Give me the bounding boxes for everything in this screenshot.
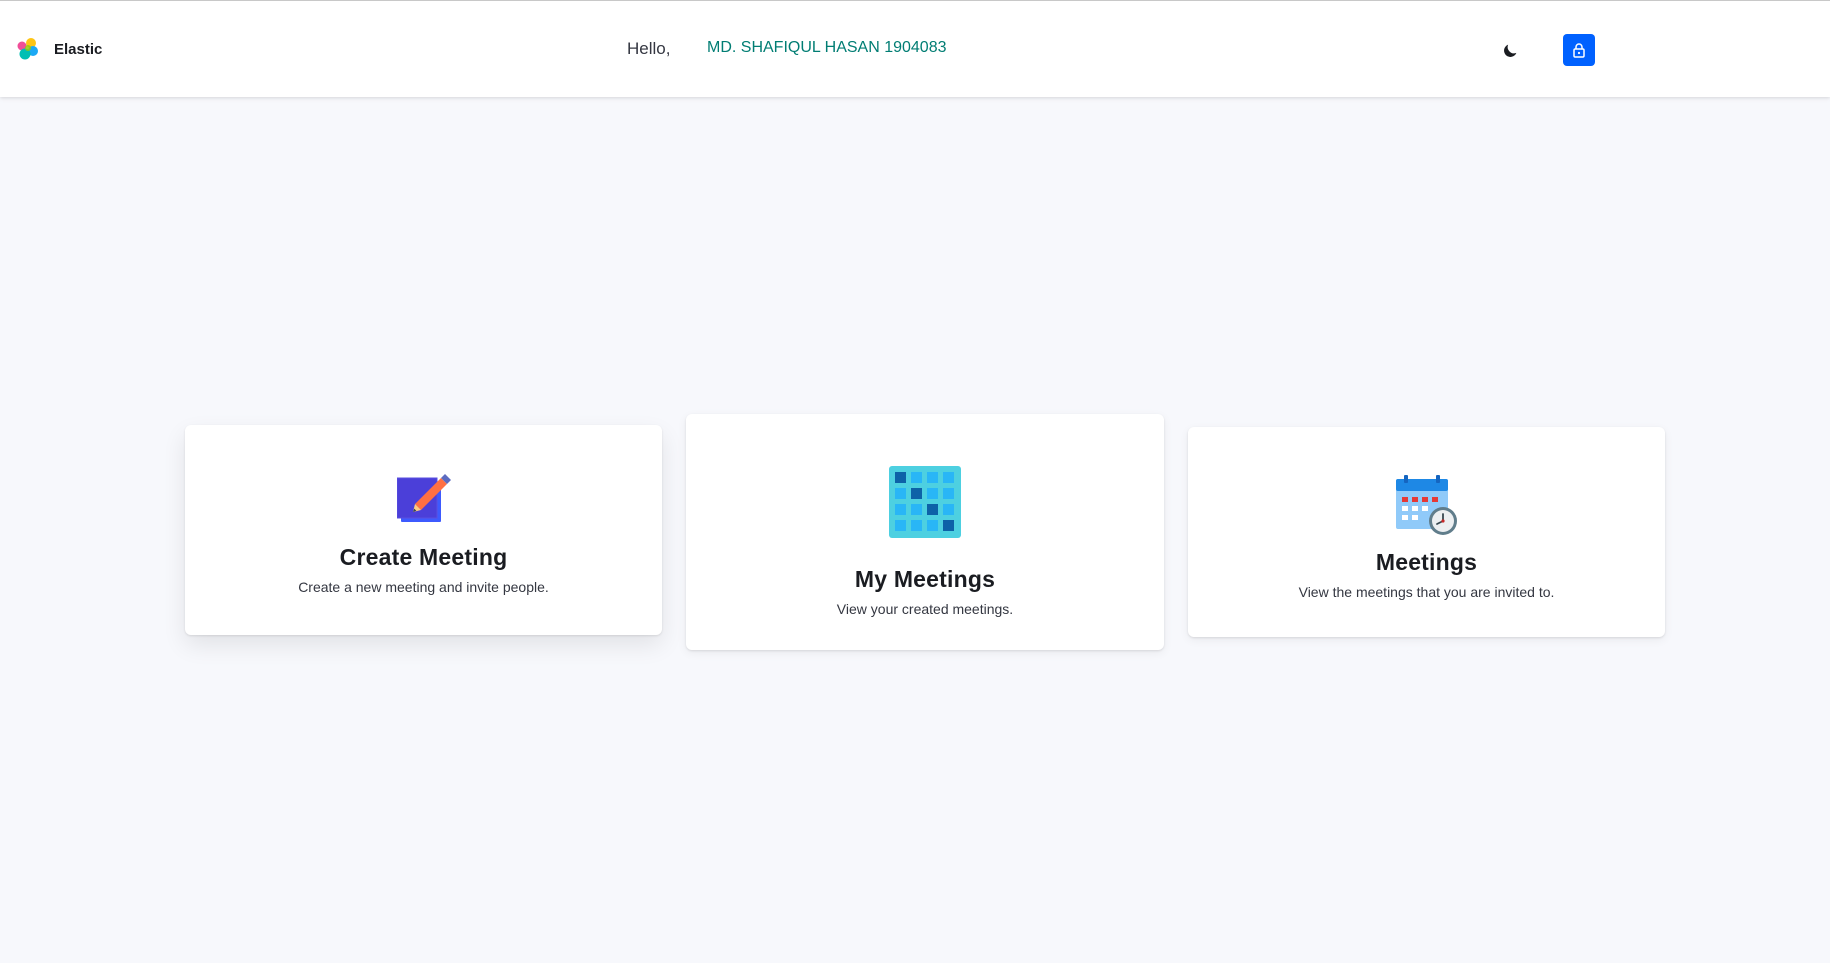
calendar-grid-icon <box>889 466 961 538</box>
elastic-logo-icon <box>17 38 38 60</box>
card-description: View your created meetings. <box>836 601 1014 617</box>
theme-toggle-button[interactable] <box>1496 37 1524 65</box>
card-description: View the meetings that you are invited t… <box>1298 584 1555 600</box>
my-meetings-card[interactable]: My Meetings View your created meetings. <box>686 414 1164 650</box>
card-title: Meetings <box>1375 549 1478 575</box>
create-meeting-card[interactable]: Create Meeting Create a new meeting and … <box>185 425 662 635</box>
card-title: My Meetings <box>854 566 996 592</box>
meetings-card[interactable]: Meetings View the meetings that you are … <box>1188 427 1665 637</box>
lock-button[interactable] <box>1563 34 1595 66</box>
user-name: MD. SHAFIQUL HASAN 1904083 <box>707 39 947 56</box>
top-navigation-bar: Elastic Hello, MD. SHAFIQUL HASAN 190408… <box>0 0 1830 97</box>
edit-note-icon <box>396 474 451 522</box>
lock-icon <box>1573 43 1585 58</box>
calendar-clock-icon <box>1395 475 1457 535</box>
card-title: Create Meeting <box>339 544 508 570</box>
greeting-text: Hello, <box>627 39 671 58</box>
card-description: Create a new meeting and invite people. <box>298 579 549 595</box>
brand-name: Elastic <box>54 40 103 58</box>
brand-link[interactable]: Elastic <box>16 37 102 61</box>
moon-icon <box>1504 44 1517 57</box>
